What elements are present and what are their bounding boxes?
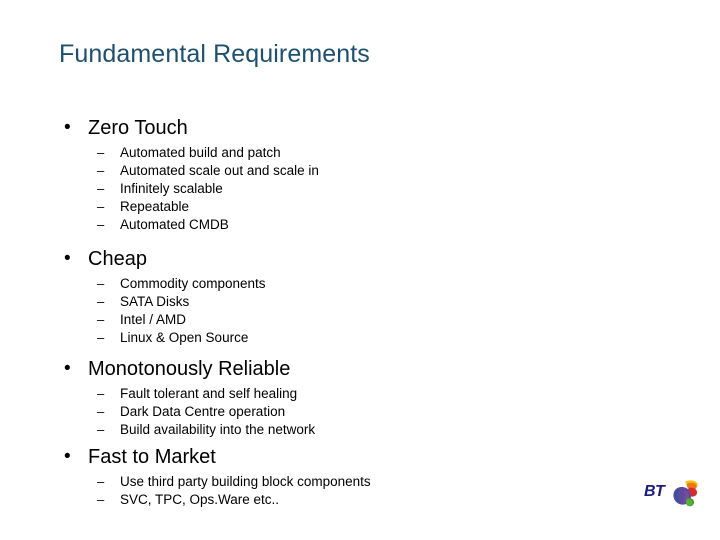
- dash-bullet-icon: –: [97, 404, 105, 419]
- bullet-item-level2: – Dark Data Centre operation: [0, 403, 720, 421]
- bullet-label: Cheap: [88, 248, 147, 270]
- bullet-group: • Zero Touch – Automated build and patch…: [0, 115, 720, 234]
- bt-logo: BT: [644, 478, 704, 510]
- bullet-item-level1: • Fast to Market: [0, 444, 720, 470]
- bullet-item-level2: – Automated build and patch: [0, 144, 720, 162]
- dash-bullet-icon: –: [97, 474, 105, 489]
- dash-bullet-icon: –: [97, 145, 105, 160]
- bullet-item-level2: – Linux & Open Source: [0, 329, 720, 347]
- sub-bullet-label: Automated build and patch: [120, 145, 281, 160]
- sub-bullet-label: SATA Disks: [120, 294, 190, 309]
- dash-bullet-icon: –: [97, 181, 105, 196]
- bullet-group: • Fast to Market – Use third party build…: [0, 444, 720, 509]
- bullet-group: • Cheap – Commodity components – SATA Di…: [0, 246, 720, 347]
- sub-bullet-label: SVC, TPC, Ops.Ware etc..: [120, 492, 280, 507]
- sub-bullet-label: Build availability into the network: [120, 422, 316, 437]
- bullet-label: Zero Touch: [88, 117, 188, 139]
- bullet-label: Monotonously Reliable: [88, 358, 291, 380]
- bullet-item-level1: • Cheap: [0, 246, 720, 272]
- sub-bullet-list: – Use third party building block compone…: [0, 473, 720, 509]
- bullet-dot-icon: •: [64, 117, 71, 138]
- bullet-item-level2: – Repeatable: [0, 198, 720, 216]
- bullet-label: Fast to Market: [88, 446, 216, 468]
- sub-bullet-label: Repeatable: [120, 199, 190, 214]
- bt-globe-icon: [673, 480, 698, 507]
- dash-bullet-icon: –: [97, 312, 105, 327]
- bullet-item-level2: – Intel / AMD: [0, 311, 720, 329]
- bullet-item-level2: – Automated scale out and scale in: [0, 162, 720, 180]
- sub-bullet-label: Linux & Open Source: [120, 330, 249, 345]
- sub-bullet-list: – Automated build and patch – Automated …: [0, 144, 720, 234]
- bullet-group: • Monotonously Reliable – Fault tolerant…: [0, 356, 720, 439]
- bullet-item-level2: – SVC, TPC, Ops.Ware etc..: [0, 491, 720, 509]
- sub-bullet-label: Fault tolerant and self healing: [120, 386, 298, 401]
- sub-bullet-label: Use third party building block component…: [120, 474, 371, 489]
- sub-bullet-list: – Fault tolerant and self healing – Dark…: [0, 385, 720, 439]
- bullet-item-level1: • Zero Touch: [0, 115, 720, 141]
- dash-bullet-icon: –: [97, 276, 105, 291]
- bullet-item-level2: – Build availability into the network: [0, 421, 720, 439]
- slide-canvas: Fundamental Requirements • Zero Touch – …: [0, 0, 720, 540]
- bullet-item-level2: – SATA Disks: [0, 293, 720, 311]
- dash-bullet-icon: –: [97, 386, 105, 401]
- dash-bullet-icon: –: [97, 199, 105, 214]
- bullet-item-level2: – Fault tolerant and self healing: [0, 385, 720, 403]
- dash-bullet-icon: –: [97, 294, 105, 309]
- bullet-item-level2: – Infinitely scalable: [0, 180, 720, 198]
- bt-wordmark: BT: [644, 483, 665, 500]
- bullet-item-level2: – Commodity components: [0, 275, 720, 293]
- dash-bullet-icon: –: [97, 492, 105, 507]
- sub-bullet-label: Intel / AMD: [120, 312, 187, 327]
- sub-bullet-list: – Commodity components – SATA Disks – In…: [0, 275, 720, 347]
- bullet-dot-icon: •: [64, 358, 71, 379]
- page-title: Fundamental Requirements: [59, 40, 370, 68]
- dash-bullet-icon: –: [97, 217, 105, 232]
- bullet-dot-icon: •: [64, 248, 71, 269]
- slide-body: • Zero Touch – Automated build and patch…: [0, 115, 720, 509]
- sub-bullet-label: Commodity components: [120, 276, 266, 291]
- sub-bullet-label: Automated CMDB: [120, 217, 229, 232]
- bullet-dot-icon: •: [64, 446, 71, 467]
- sub-bullet-label: Automated scale out and scale in: [120, 163, 319, 178]
- bullet-item-level2: – Automated CMDB: [0, 216, 720, 234]
- dash-bullet-icon: –: [97, 163, 105, 178]
- bullet-item-level1: • Monotonously Reliable: [0, 356, 720, 382]
- bullet-item-level2: – Use third party building block compone…: [0, 473, 720, 491]
- dash-bullet-icon: –: [97, 422, 105, 437]
- dash-bullet-icon: –: [97, 330, 105, 345]
- sub-bullet-label: Infinitely scalable: [120, 181, 223, 196]
- sub-bullet-label: Dark Data Centre operation: [120, 404, 286, 419]
